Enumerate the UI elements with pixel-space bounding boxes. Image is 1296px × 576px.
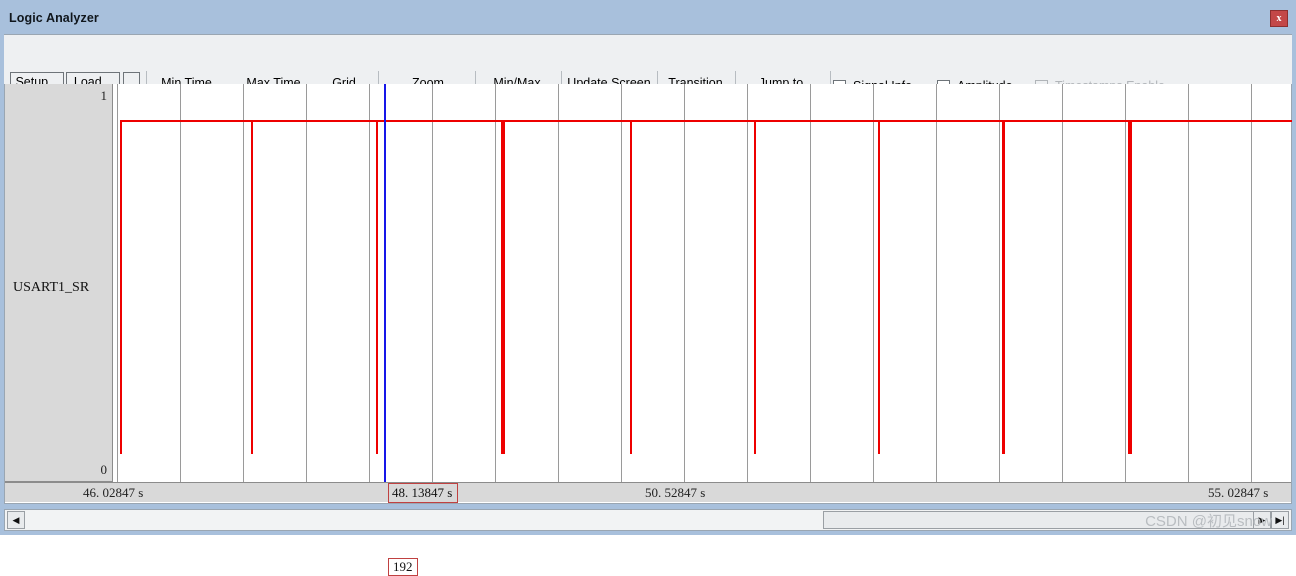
time-axis-tick-label: 46. 02847 s bbox=[83, 485, 144, 500]
time-axis: 48. 13847 s 46. 02847 s 50. 52847 s 55. 02… bbox=[5, 482, 1291, 503]
logic-analyzer-window: Logic Analyzer x Setup... Load... Save..… bbox=[0, 0, 1296, 576]
gridline bbox=[180, 84, 181, 482]
gridline bbox=[999, 84, 1000, 482]
scroll-right-arrow-icon[interactable]: ▶ bbox=[1253, 511, 1271, 529]
signal-pulse bbox=[1002, 120, 1005, 454]
gridline bbox=[243, 84, 244, 482]
signal-pulse bbox=[630, 120, 632, 454]
gridline bbox=[432, 84, 433, 482]
gridline bbox=[873, 84, 874, 482]
time-axis-tick-label: 55. 02847 s bbox=[1208, 485, 1269, 500]
signal-name-label: USART1_SR bbox=[13, 280, 90, 295]
signal-high-level-trace bbox=[120, 120, 1292, 122]
gridline bbox=[936, 84, 937, 482]
time-axis-tick-label: 50. 52847 s bbox=[645, 485, 706, 500]
waveform-canvas[interactable] bbox=[114, 84, 1292, 482]
signal-pulse bbox=[501, 120, 505, 454]
signal-pulse bbox=[878, 120, 880, 454]
toolbar: Setup... Load... Save... ? Min Time 28.8… bbox=[4, 34, 1292, 116]
cursor-value-badge: 192 bbox=[388, 558, 418, 576]
signal-info-gutter: 1 USART1_SR 0 bbox=[5, 84, 113, 482]
horizontal-scrollbar[interactable]: ◀ ▶ ▶| bbox=[4, 509, 1292, 531]
close-button[interactable]: x bbox=[1270, 10, 1288, 27]
cursor-line[interactable] bbox=[384, 84, 386, 482]
scroll-left-arrow-icon[interactable]: ◀ bbox=[7, 511, 25, 529]
scrollbar-thumb[interactable] bbox=[823, 511, 1275, 529]
gridline bbox=[369, 84, 370, 482]
level-min-label: 0 bbox=[100, 462, 108, 477]
signal-pulse bbox=[251, 120, 253, 454]
gridline bbox=[495, 84, 496, 482]
gridline bbox=[117, 84, 118, 482]
gridline bbox=[747, 84, 748, 482]
close-icon: x bbox=[1276, 13, 1282, 24]
gridline bbox=[306, 84, 307, 482]
gridline bbox=[1251, 84, 1252, 482]
gridline bbox=[684, 84, 685, 482]
title-bar: Logic Analyzer x bbox=[0, 0, 1296, 34]
cursor-time-label: 48. 13847 s bbox=[388, 483, 459, 503]
scroll-end-arrow-icon[interactable]: ▶| bbox=[1271, 511, 1289, 529]
gridline bbox=[558, 84, 559, 482]
gridline bbox=[621, 84, 622, 482]
signal-pulse bbox=[376, 120, 378, 454]
signal-pulse bbox=[1128, 120, 1132, 454]
signal-pulse bbox=[754, 120, 756, 454]
level-max-label: 1 bbox=[100, 88, 108, 103]
signal-pulse bbox=[120, 120, 122, 454]
gridline bbox=[1062, 84, 1063, 482]
window-title: Logic Analyzer bbox=[9, 11, 99, 25]
waveform-panel: 1 USART1_SR 0 48. 13847 s 46. 02847 s 50.… bbox=[4, 84, 1292, 576]
gridline bbox=[1125, 84, 1126, 482]
gridline bbox=[1188, 84, 1189, 482]
gridline bbox=[810, 84, 811, 482]
